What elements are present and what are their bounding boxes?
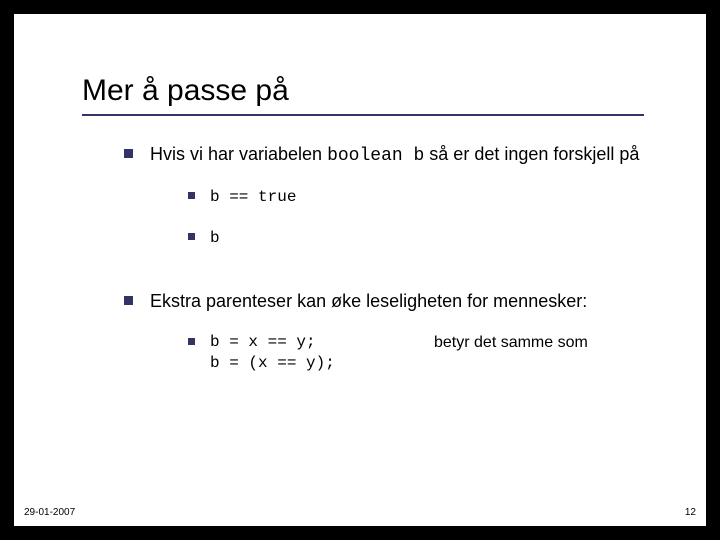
code-note: betyr det samme som xyxy=(410,332,588,354)
slide: Mer å passe på Hvis vi har variabelen bo… xyxy=(14,14,706,526)
bullet-text: Hvis vi har variabelen xyxy=(150,144,327,164)
code-text: b xyxy=(210,229,220,247)
code-text: b == true xyxy=(210,188,296,206)
bullet-text: så er det ingen forskjell på xyxy=(424,144,639,164)
sub-list: b = x == y; b = (x == y); betyr det samm… xyxy=(188,332,666,375)
sub-bullet-item: b = x == y; b = (x == y); betyr det samm… xyxy=(188,332,666,375)
bullet-item: Ekstra parenteser kan øke leseligheten f… xyxy=(124,289,666,374)
footer-date: 29-01-2007 xyxy=(24,507,75,518)
bullet-text: Ekstra parenteser kan øke leseligheten f… xyxy=(150,291,587,311)
slide-content: Hvis vi har variabelen boolean b så er d… xyxy=(124,142,666,393)
sub-bullet-item: b xyxy=(188,227,666,250)
inline-code: boolean b xyxy=(327,146,424,166)
sub-list: b == true b xyxy=(188,186,666,249)
footer-page-number: 12 xyxy=(685,507,696,518)
code-block: b = x == y; b = (x == y); xyxy=(210,332,410,375)
sub-bullet-item: b == true xyxy=(188,186,666,209)
title-underline xyxy=(82,114,644,116)
slide-title: Mer å passe på xyxy=(82,74,289,108)
bullet-item: Hvis vi har variabelen boolean b så er d… xyxy=(124,142,666,249)
